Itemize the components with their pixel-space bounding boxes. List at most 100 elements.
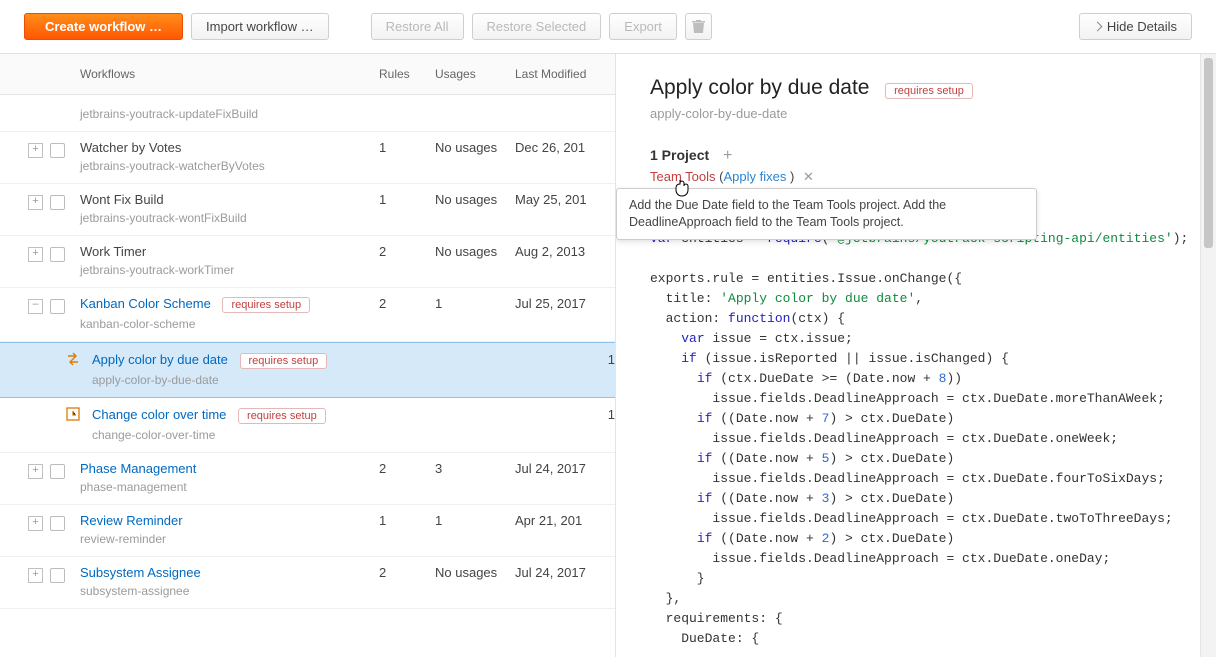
requires-setup-badge: requires setup <box>222 297 310 313</box>
hide-details-label: Hide Details <box>1107 19 1177 34</box>
checkbox[interactable] <box>50 516 65 531</box>
list-header: Workflows Rules Usages Last Modified <box>0 54 615 95</box>
import-workflow-button[interactable]: Import workflow … <box>191 13 329 40</box>
requires-setup-badge: requires setup <box>240 353 328 369</box>
rules-cell: 1 <box>379 140 435 173</box>
expand-icon[interactable]: + <box>28 247 43 262</box>
expand-icon[interactable]: + <box>28 195 43 210</box>
hide-details-button[interactable]: Hide Details <box>1079 13 1192 40</box>
tooltip: Add the Due Date field to the Team Tools… <box>616 188 1037 240</box>
detail-pane: Apply color by due date requires setup a… <box>615 54 1216 657</box>
workflow-row[interactable]: + Phase Management phase-management 2 3 … <box>0 453 615 505</box>
workflow-row[interactable]: + Watcher by Votes jetbrains-youtrack-wa… <box>0 132 615 184</box>
expand-icon[interactable]: + <box>28 464 43 479</box>
usages-cell: 1 <box>608 407 615 442</box>
workflow-title: Wont Fix Build <box>80 192 379 207</box>
col-rules[interactable]: Rules <box>379 67 435 81</box>
detail-id: apply-color-by-due-date <box>650 106 1216 121</box>
workflow-title: Work Timer <box>80 244 379 259</box>
workflow-id: jetbrains-youtrack-updateFixBuild <box>80 107 379 121</box>
rule-title[interactable]: Apply color by due date <box>92 352 228 367</box>
date-cell: May 25, 201 <box>515 192 615 225</box>
expand-icon[interactable]: + <box>28 568 43 583</box>
checkbox[interactable] <box>50 195 65 210</box>
date-cell: Aug 2, 2013 <box>515 244 615 277</box>
project-count: 1 Project <box>650 147 709 163</box>
swap-icon <box>66 352 80 366</box>
workflow-row[interactable]: + Work Timer jetbrains-youtrack-workTime… <box>0 236 615 288</box>
workflow-title: Watcher by Votes <box>80 140 379 155</box>
workflow-id: review-reminder <box>80 532 379 546</box>
rules-cell: 1 <box>379 513 435 546</box>
usages-cell: 3 <box>435 461 515 494</box>
apply-fixes-link[interactable]: Apply fixes <box>723 169 786 184</box>
collapse-icon[interactable]: – <box>28 299 43 314</box>
rule-row-selected[interactable]: Apply color by due date requires setup a… <box>0 342 615 398</box>
chevron-right-icon <box>1092 22 1102 32</box>
project-link[interactable]: Team Tools <box>650 169 716 184</box>
rules-cell: 2 <box>379 461 435 494</box>
workflow-id: jetbrains-youtrack-wontFixBuild <box>80 211 379 225</box>
trash-icon <box>692 20 705 34</box>
workflow-row[interactable]: + Subsystem Assignee subsystem-assignee … <box>0 557 615 609</box>
workflow-id: phase-management <box>80 480 379 494</box>
date-cell: Jul 24, 2017 <box>515 461 615 494</box>
rule-row[interactable]: Change color over time requires setup ch… <box>0 398 615 453</box>
checkbox[interactable] <box>50 464 65 479</box>
restore-all-button[interactable]: Restore All <box>371 13 464 40</box>
workflow-title[interactable]: Kanban Color Scheme <box>80 296 211 311</box>
requires-setup-badge: requires setup <box>238 408 326 424</box>
workflow-id: jetbrains-youtrack-workTimer <box>80 263 379 277</box>
requires-setup-badge: requires setup <box>885 83 973 99</box>
usages-cell: 1 <box>435 296 515 331</box>
workflow-title[interactable]: Review Reminder <box>80 513 379 528</box>
remove-project-icon[interactable]: ✕ <box>803 169 814 184</box>
col-last-modified[interactable]: Last Modified <box>515 67 615 81</box>
restore-selected-button[interactable]: Restore Selected <box>472 13 602 40</box>
workflow-row-expanded[interactable]: – Kanban Color Scheme requires setup kan… <box>0 288 615 342</box>
rules-cell: 2 <box>379 296 435 331</box>
col-usages[interactable]: Usages <box>435 67 515 81</box>
usages-cell: No usages <box>435 565 515 598</box>
workflow-id: kanban-color-scheme <box>80 317 379 331</box>
detail-title: Apply color by due date <box>650 76 869 99</box>
date-cell: Dec 26, 201 <box>515 140 615 173</box>
rule-id: apply-color-by-due-date <box>92 373 608 387</box>
scrollbar[interactable] <box>1200 54 1216 657</box>
usages-cell: No usages <box>435 192 515 225</box>
checkbox[interactable] <box>50 568 65 583</box>
rules-cell: 1 <box>379 192 435 225</box>
workflow-row[interactable]: + Review Reminder review-reminder 1 1 Ap… <box>0 505 615 557</box>
code-viewer[interactable]: var entities = require('@jetbrains/youtr… <box>650 229 1216 649</box>
rules-cell: 2 <box>379 565 435 598</box>
workflow-row[interactable]: jetbrains-youtrack-updateFixBuild <box>0 95 615 132</box>
export-button[interactable]: Export <box>609 13 677 40</box>
workflow-row[interactable]: + Wont Fix Build jetbrains-youtrack-wont… <box>0 184 615 236</box>
expand-icon[interactable]: + <box>28 516 43 531</box>
usages-cell: No usages <box>435 244 515 277</box>
create-workflow-button[interactable]: Create workflow … <box>24 13 183 40</box>
rule-title[interactable]: Change color over time <box>92 407 226 422</box>
checkbox[interactable] <box>50 247 65 262</box>
workflow-id: subsystem-assignee <box>80 584 379 598</box>
checkbox[interactable] <box>50 143 65 158</box>
workflow-title[interactable]: Phase Management <box>80 461 379 476</box>
usages-cell: 1 <box>435 513 515 546</box>
date-cell: Apr 21, 201 <box>515 513 615 546</box>
workflow-title[interactable]: Subsystem Assignee <box>80 565 379 580</box>
checkbox[interactable] <box>50 299 65 314</box>
rules-cell: 2 <box>379 244 435 277</box>
date-cell: Jul 24, 2017 <box>515 565 615 598</box>
workflow-list: Workflows Rules Usages Last Modified jet… <box>0 54 615 657</box>
clock-icon <box>66 407 80 421</box>
usages-cell: 1 <box>608 352 615 387</box>
add-project-button[interactable]: + <box>723 147 732 165</box>
expand-icon[interactable]: + <box>28 143 43 158</box>
date-cell: Jul 25, 2017 <box>515 296 615 331</box>
usages-cell: No usages <box>435 140 515 173</box>
scrollbar-thumb[interactable] <box>1204 58 1213 248</box>
workflow-id: jetbrains-youtrack-watcherByVotes <box>80 159 379 173</box>
paren: ) <box>786 169 794 184</box>
col-name[interactable]: Workflows <box>80 67 379 81</box>
delete-button[interactable] <box>685 13 712 40</box>
